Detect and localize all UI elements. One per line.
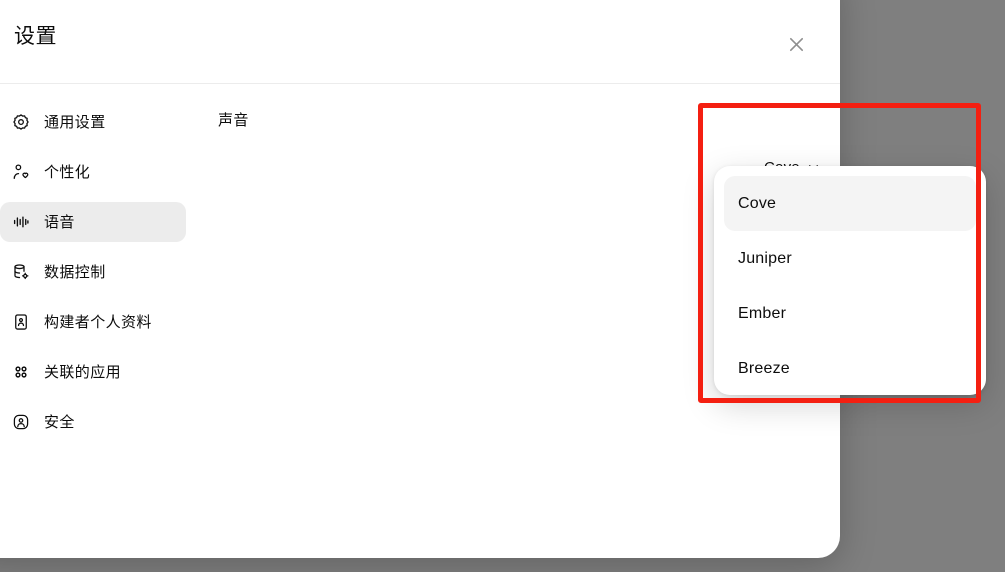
dropdown-option-juniper[interactable]: Juniper <box>724 231 976 286</box>
sidebar-item-label: 语音 <box>44 213 75 231</box>
sidebar-item-label: 个性化 <box>44 163 91 181</box>
id-card-icon <box>12 313 30 331</box>
dropdown-option-ember[interactable]: Ember <box>724 286 976 341</box>
sidebar-item-general[interactable]: 通用设置 <box>0 102 186 142</box>
audio-waveform-icon <box>12 213 30 231</box>
gear-icon <box>12 113 30 131</box>
grid-apps-icon <box>12 363 30 381</box>
page-title: 设置 <box>14 25 57 48</box>
close-button[interactable] <box>778 26 814 62</box>
sidebar-item-label: 安全 <box>44 413 75 431</box>
dropdown-option-breeze[interactable]: Breeze <box>724 341 976 396</box>
sidebar-item-connected-apps[interactable]: 关联的应用 <box>0 352 186 392</box>
database-gear-icon <box>12 263 30 281</box>
sidebar-item-label: 通用设置 <box>44 113 106 131</box>
sidebar-item-voice[interactable]: 语音 <box>0 202 186 242</box>
sidebar-item-personalization[interactable]: 个性化 <box>0 152 186 192</box>
sidebar-item-data-controls[interactable]: 数据控制 <box>0 252 186 292</box>
sidebar: 通用设置 个性化 语音 数据控制 构建者个人资料 关联的应用 安全 <box>0 102 186 452</box>
person-heart-icon <box>12 163 30 181</box>
close-icon <box>789 37 803 51</box>
shield-user-icon <box>12 413 30 431</box>
sidebar-item-label: 构建者个人资料 <box>44 313 152 331</box>
screen: 设置 通用设置 个性化 语音 数据控制 构建者个人资料 关联的应用 安全 声音 … <box>0 0 1005 572</box>
dropdown-option-cove[interactable]: Cove <box>724 176 976 231</box>
dialog-header: 设置 <box>0 0 840 84</box>
sidebar-item-label: 关联的应用 <box>44 363 122 381</box>
sidebar-item-builder-profile[interactable]: 构建者个人资料 <box>0 302 186 342</box>
sidebar-item-label: 数据控制 <box>44 263 106 281</box>
setting-row-voice: 声音 <box>218 102 806 138</box>
settings-content: 声音 <box>218 102 806 138</box>
setting-label-voice: 声音 <box>218 111 249 129</box>
voice-select-dropdown: Cove Juniper Ember Breeze <box>714 166 986 395</box>
sidebar-item-security[interactable]: 安全 <box>0 402 186 442</box>
